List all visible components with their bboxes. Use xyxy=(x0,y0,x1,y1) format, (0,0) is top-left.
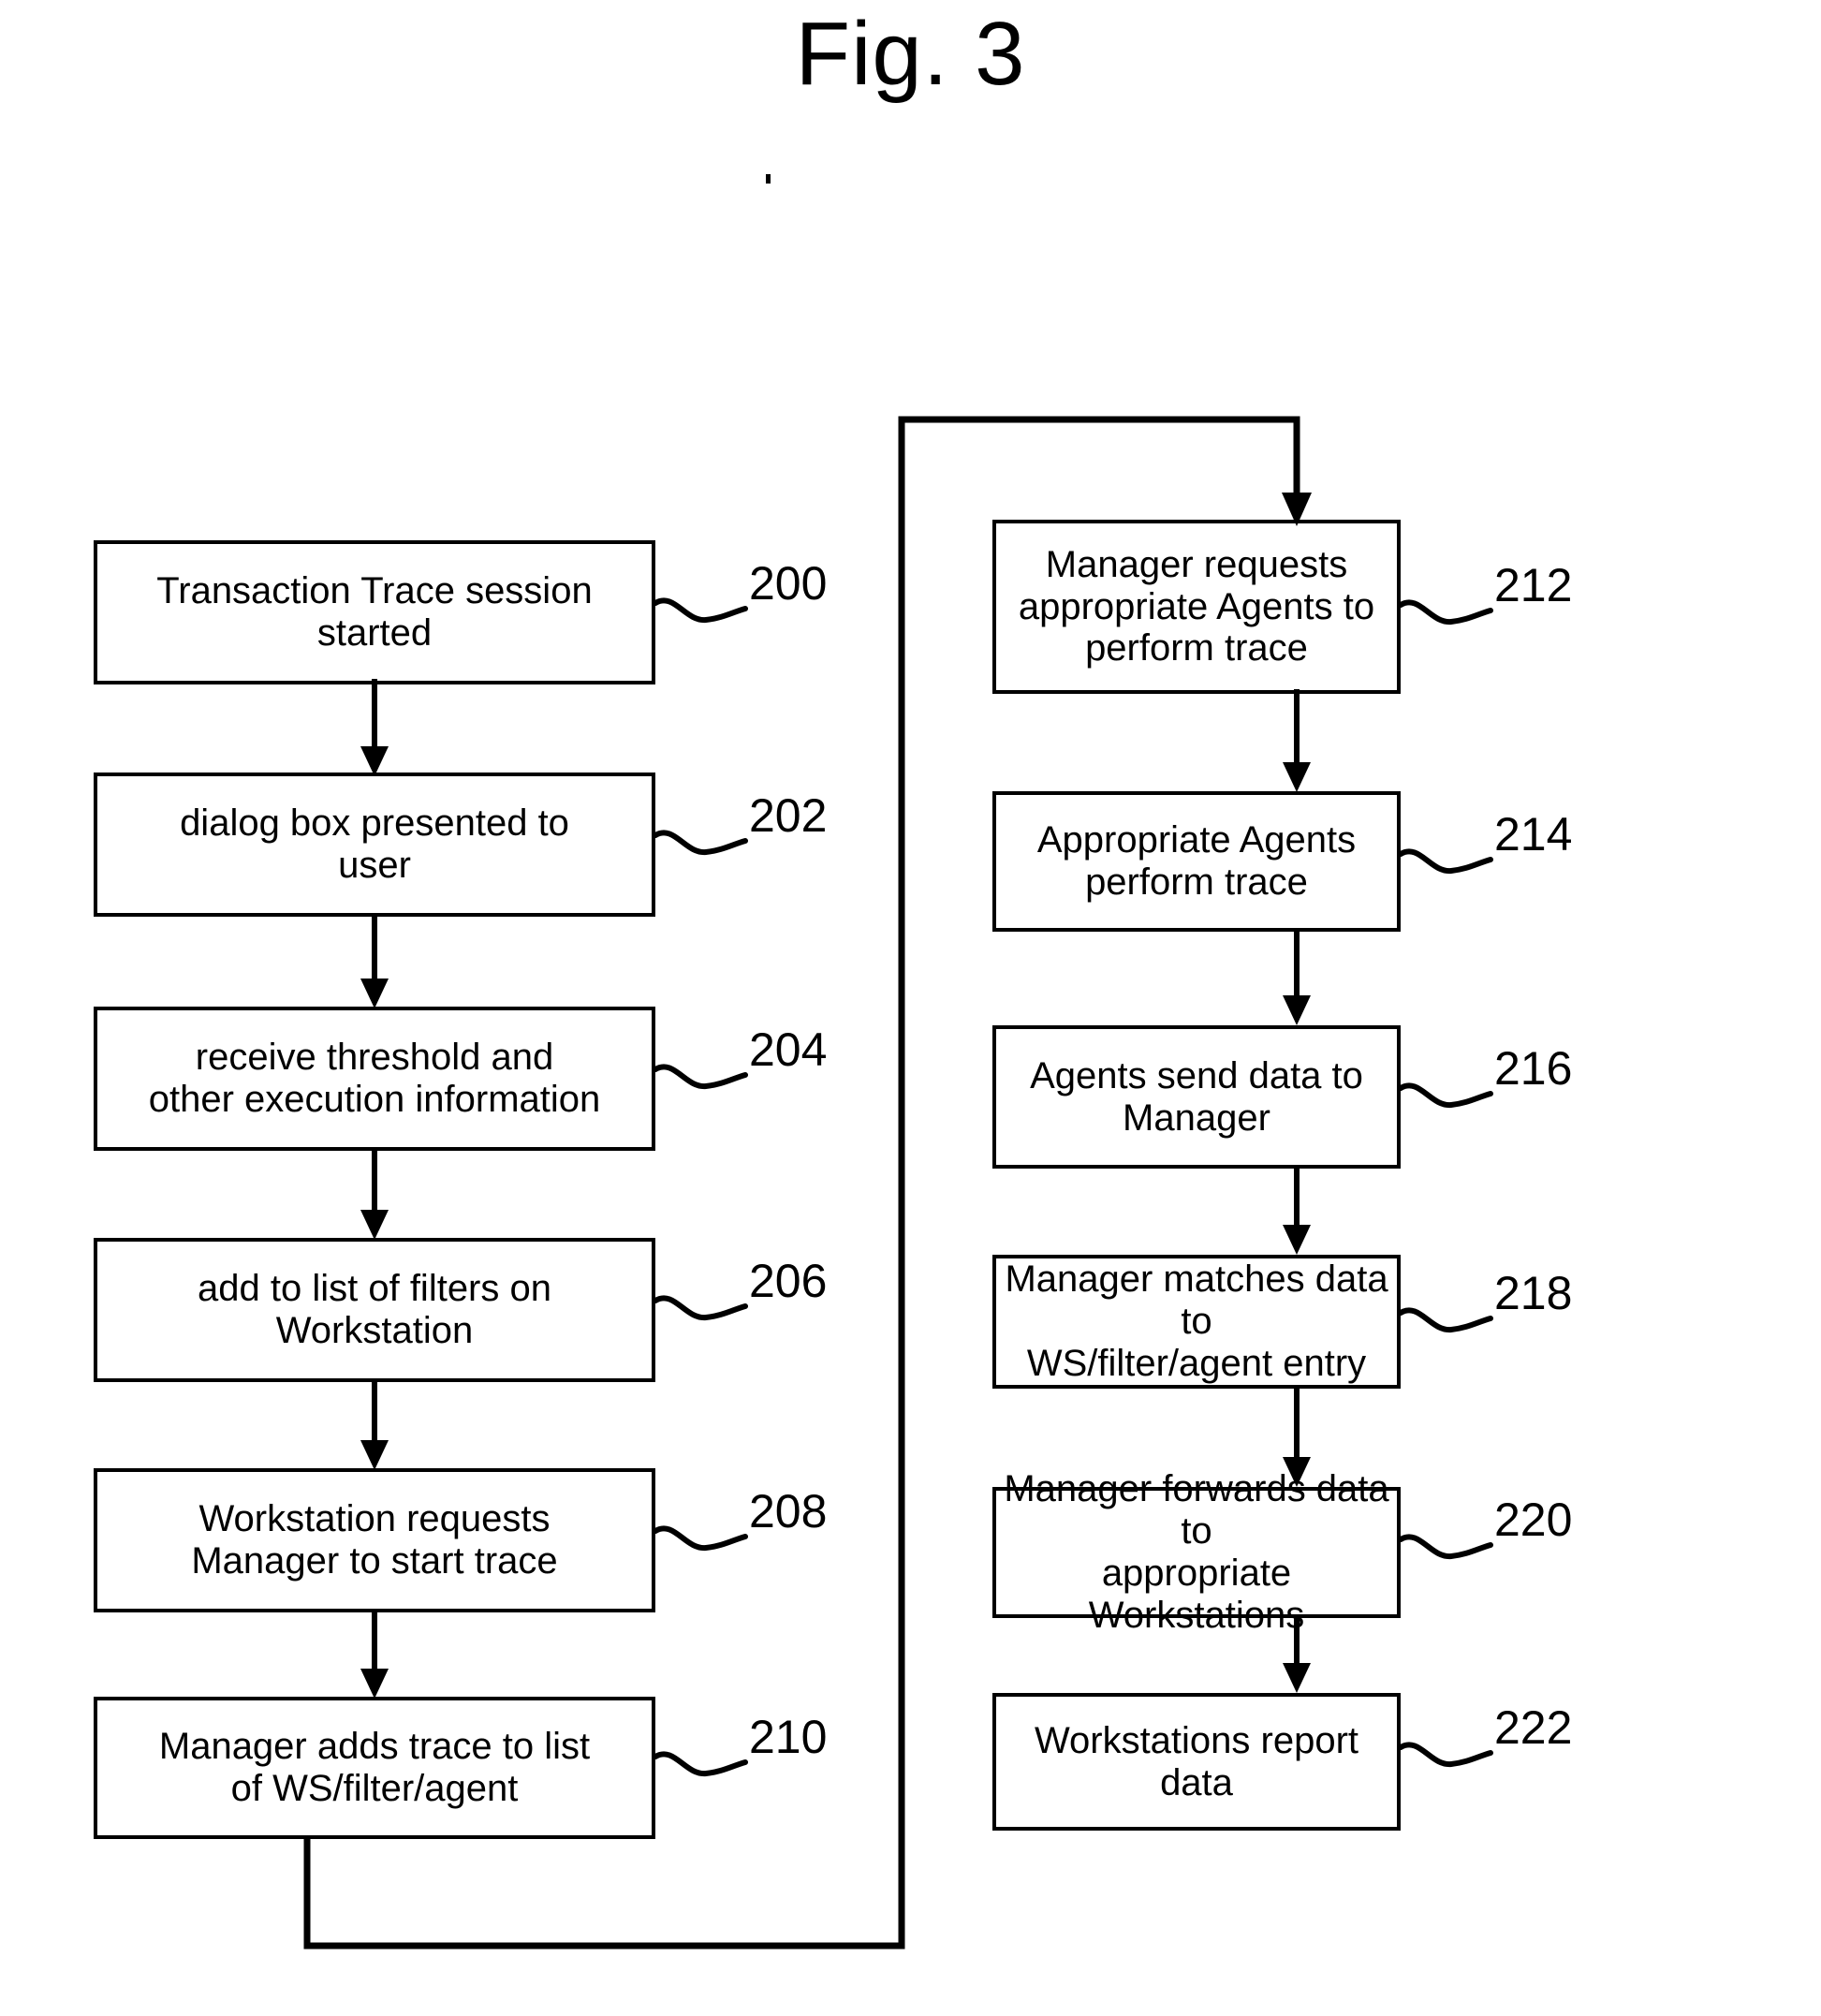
process-node-216-label: Agents send data to Manager xyxy=(1030,1054,1363,1139)
reference-number-216: 216 xyxy=(1494,1042,1573,1095)
process-node-206-label: add to list of filters on Workstation xyxy=(198,1268,551,1351)
process-node-212[interactable]: Manager requests appropriate Agents to p… xyxy=(992,520,1401,694)
arrow-212-to-214 xyxy=(1283,689,1311,792)
reference-number-206: 206 xyxy=(749,1255,828,1307)
reference-number-222: 222 xyxy=(1494,1701,1573,1754)
process-node-220-label: Manager forwards data to appropriate Wor… xyxy=(1004,1468,1389,1636)
reference-number-204: 204 xyxy=(749,1023,828,1076)
figure-page: Fig. 3 Transaction Trace session started… xyxy=(0,0,1821,2016)
leader-line-220 xyxy=(1399,1534,1493,1559)
process-node-220[interactable]: Manager forwards data to appropriate Wor… xyxy=(992,1468,1401,1636)
leader-line-210 xyxy=(654,1751,748,1776)
process-node-204[interactable]: receive threshold and other execution in… xyxy=(94,1007,655,1151)
process-node-202[interactable]: dialog box presented to user xyxy=(94,773,655,917)
scan-speck xyxy=(766,174,771,184)
leader-line-216 xyxy=(1399,1082,1493,1108)
arrow-206-to-208 xyxy=(360,1378,389,1470)
arrow-200-to-202 xyxy=(360,679,389,776)
leader-line-204 xyxy=(654,1064,748,1089)
process-node-200-label: Transaction Trace session started xyxy=(156,570,593,654)
leader-line-202 xyxy=(654,830,748,855)
leader-line-212 xyxy=(1399,599,1493,625)
process-node-200[interactable]: Transaction Trace session started xyxy=(94,540,655,684)
process-node-206[interactable]: add to list of filters on Workstation xyxy=(94,1238,655,1382)
process-node-218[interactable]: Manager matches data to WS/filter/agent … xyxy=(992,1255,1401,1389)
arrow-202-to-204 xyxy=(360,913,389,1008)
leader-line-200 xyxy=(654,597,748,623)
arrow-216-to-218 xyxy=(1283,1165,1311,1255)
arrow-214-to-216 xyxy=(1283,928,1311,1025)
reference-number-218: 218 xyxy=(1494,1267,1573,1319)
leader-line-222 xyxy=(1399,1742,1493,1767)
leader-line-206 xyxy=(654,1295,748,1320)
process-node-204-label: receive threshold and other execution in… xyxy=(148,1037,601,1120)
reference-number-202: 202 xyxy=(749,789,828,842)
process-node-208-label: Workstation requests Manager to start tr… xyxy=(191,1498,558,1582)
figure-title: Fig. 3 xyxy=(795,4,1026,104)
reference-number-220: 220 xyxy=(1494,1494,1573,1546)
process-node-216[interactable]: Agents send data to Manager xyxy=(992,1025,1401,1169)
reference-number-200: 200 xyxy=(749,557,828,610)
arrow-208-to-210 xyxy=(360,1609,389,1699)
process-node-212-label: Manager requests appropriate Agents to p… xyxy=(1018,543,1375,670)
process-node-214[interactable]: Appropriate Agents perform trace xyxy=(992,791,1401,932)
reference-number-214: 214 xyxy=(1494,808,1573,861)
leader-line-218 xyxy=(1399,1307,1493,1332)
process-node-208[interactable]: Workstation requests Manager to start tr… xyxy=(94,1468,655,1612)
process-node-210-label: Manager adds trace to list of WS/filter/… xyxy=(158,1726,591,1809)
arrow-204-to-206 xyxy=(360,1147,389,1240)
reference-number-212: 212 xyxy=(1494,559,1573,611)
reference-number-210: 210 xyxy=(749,1711,828,1763)
process-node-214-label: Appropriate Agents perform trace xyxy=(1036,819,1357,903)
reference-number-208: 208 xyxy=(749,1485,828,1538)
process-node-210[interactable]: Manager adds trace to list of WS/filter/… xyxy=(94,1697,655,1839)
process-node-218-label: Manager matches data to WS/filter/agent … xyxy=(1005,1258,1388,1384)
leader-line-214 xyxy=(1399,848,1493,874)
process-node-222-label: Workstations report data xyxy=(1034,1719,1359,1803)
leader-line-208 xyxy=(654,1525,748,1551)
process-node-202-label: dialog box presented to user xyxy=(180,802,569,886)
process-node-222[interactable]: Workstations report data xyxy=(992,1693,1401,1831)
